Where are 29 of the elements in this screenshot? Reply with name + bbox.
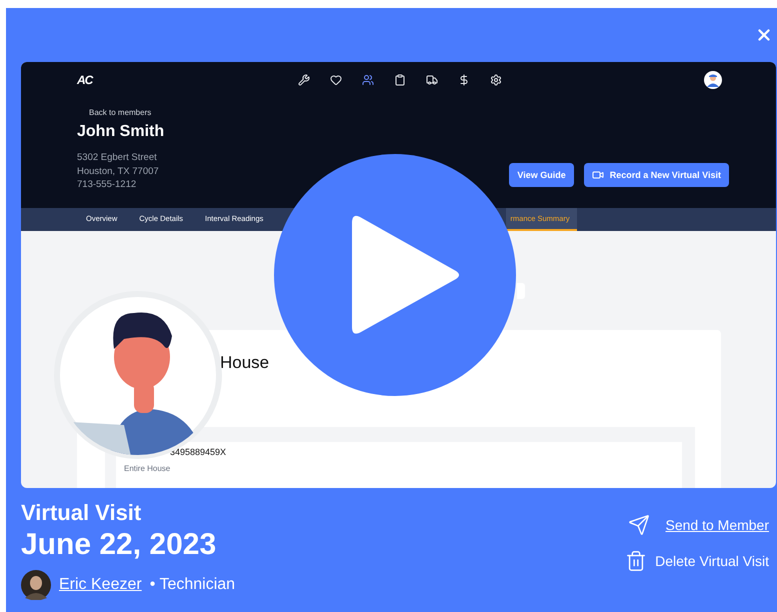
record-button[interactable]: Record a New Virtual Visit	[584, 162, 729, 186]
filter-field	[517, 283, 525, 299]
member-name: John Smith	[77, 123, 164, 141]
dollar-icon[interactable]	[458, 74, 470, 86]
visit-type: Virtual Visit	[21, 500, 142, 526]
visit-date: June 22, 2023	[21, 528, 216, 562]
card-title: House	[220, 353, 270, 373]
video-camera-icon	[592, 168, 604, 180]
truck-icon[interactable]	[426, 74, 438, 86]
settings-icon[interactable]	[490, 74, 502, 86]
send-icon	[628, 514, 650, 536]
delete-button[interactable]: Delete Virtual Visit	[625, 550, 769, 572]
system-id: 3495889459X	[170, 447, 228, 457]
author-link[interactable]: Eric Keezer	[59, 576, 142, 594]
author-role: • Technician	[150, 576, 236, 594]
heart-icon[interactable]	[330, 74, 342, 86]
address-line: 713-555-1212	[77, 178, 136, 192]
guide-button[interactable]: View Guide	[509, 162, 574, 186]
send-link[interactable]: Send to Member	[625, 514, 769, 536]
app-logo: AC	[77, 73, 94, 87]
user-avatar[interactable]	[704, 71, 722, 89]
address-line: Houston, TX 77007	[77, 164, 159, 178]
clipboard-icon[interactable]	[394, 74, 406, 86]
address-line: 5302 Egbert Street	[77, 151, 157, 164]
trash-icon	[625, 550, 648, 572]
system-zone: Entire House	[124, 464, 172, 473]
users-icon[interactable]	[362, 74, 374, 86]
wrench-icon[interactable]	[298, 74, 310, 86]
back-link[interactable]: Back to members	[89, 108, 152, 117]
